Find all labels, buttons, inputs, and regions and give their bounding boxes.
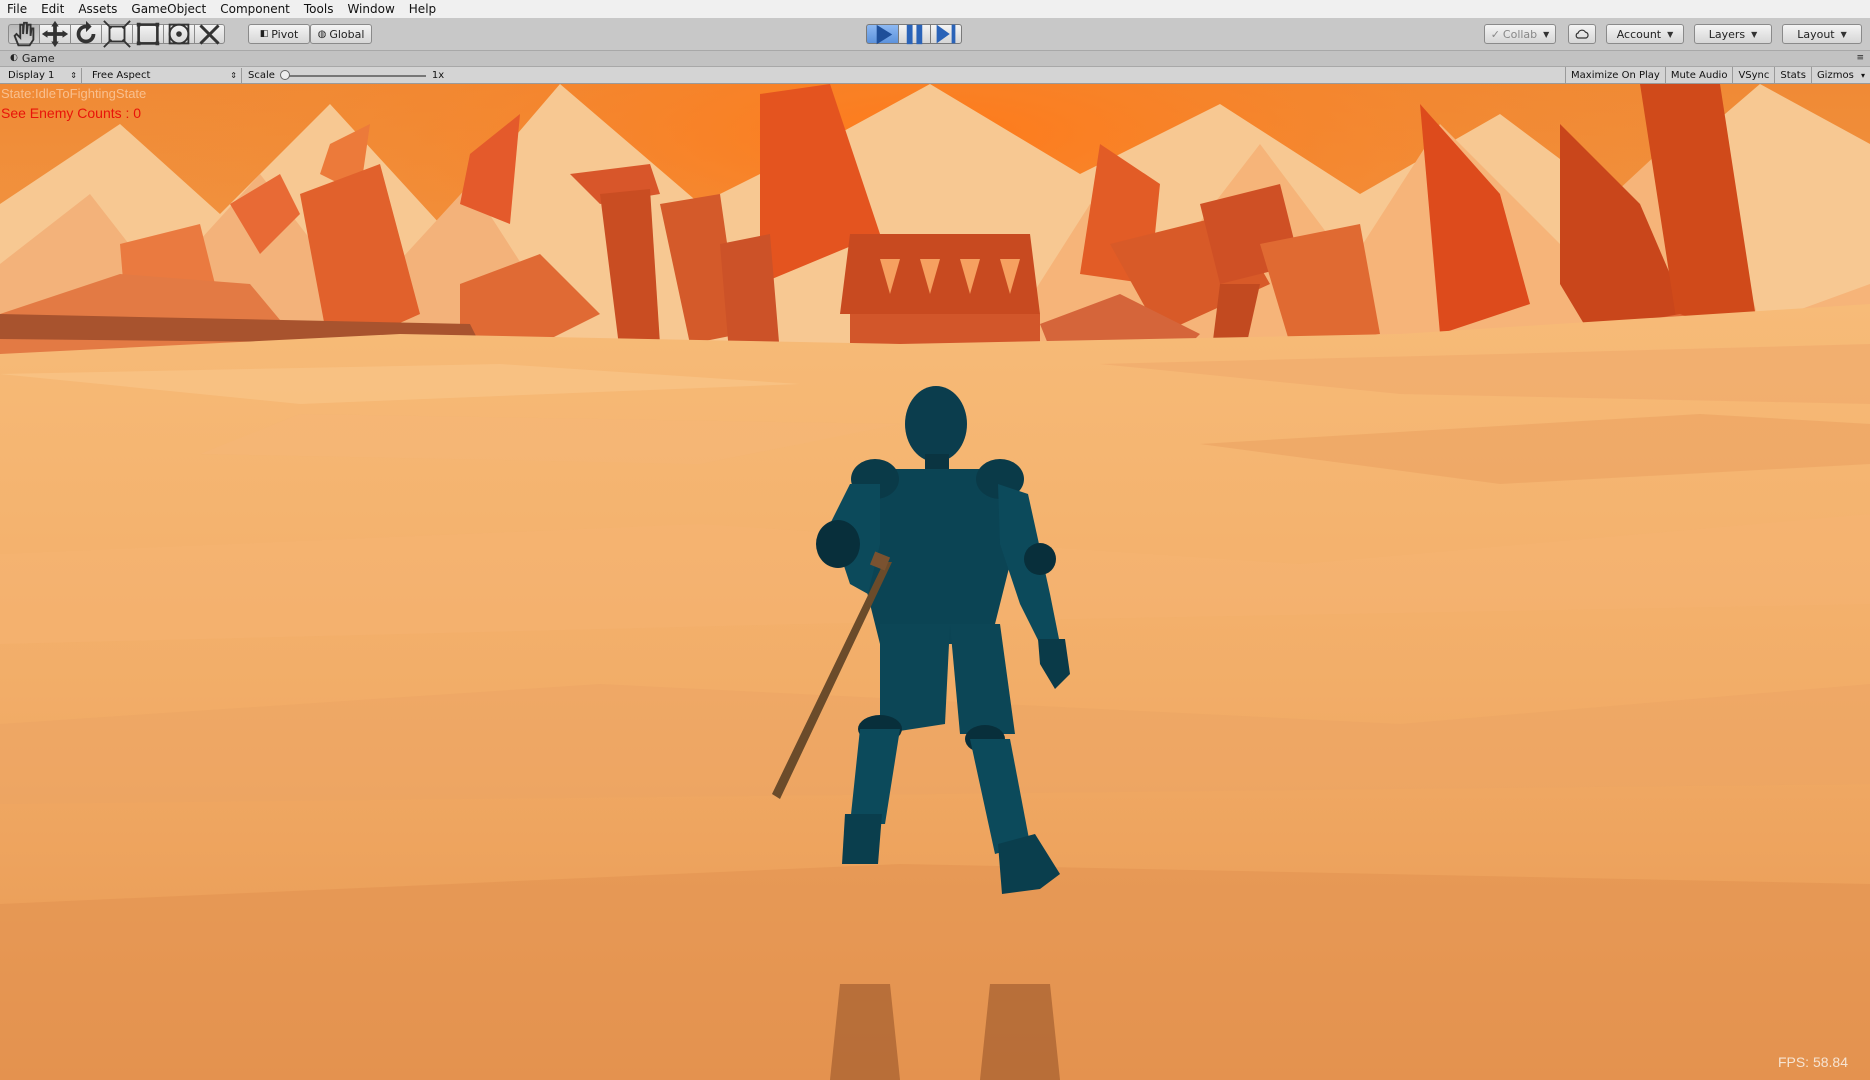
chevron-updown-icon: ⇕ — [70, 71, 77, 80]
chevron-down-icon: ▼ — [1840, 29, 1847, 39]
wrench-icon — [199, 23, 220, 45]
game-view-options: Maximize On Play Mute Audio VSync Stats … — [1565, 67, 1870, 84]
scale-value: 1x — [431, 70, 445, 81]
gizmos-dropdown[interactable]: Gizmos ▾ — [1810, 67, 1870, 84]
global-toggle-button[interactable]: ◍ Global — [310, 24, 372, 44]
play-icon — [876, 24, 893, 44]
vsync-toggle[interactable]: VSync — [1732, 67, 1774, 84]
pause-icon — [906, 24, 923, 44]
scale-slider-handle[interactable] — [279, 69, 290, 80]
game-viewport[interactable]: State:IdleToFightingState See Enemy Coun… — [0, 84, 1870, 1080]
scale-label: Scale — [248, 70, 275, 81]
rect-tool-button[interactable] — [132, 22, 163, 46]
layout-label: Layout — [1797, 27, 1835, 41]
menu-edit[interactable]: Edit — [34, 0, 71, 18]
account-dropdown[interactable]: Account ▼ — [1606, 24, 1684, 44]
chevron-updown-icon: ⇕ — [230, 71, 237, 80]
game-tab-strip: ◐ Game ≡ — [0, 51, 1870, 66]
check-icon: ✓ — [1490, 27, 1500, 41]
hand-tool-button[interactable] — [8, 21, 39, 47]
chevron-down-icon: ▾ — [1860, 71, 1865, 80]
account-label: Account — [1616, 27, 1662, 41]
transform-tool-button[interactable] — [163, 23, 194, 45]
pivot-toggle-button[interactable]: ◧ Pivot — [248, 24, 310, 44]
menu-file[interactable]: File — [0, 0, 34, 18]
enemy-counts-text: See Enemy Counts : 0 — [1, 105, 142, 121]
custom-tool-button[interactable] — [194, 23, 225, 45]
pivot-label: Pivot — [271, 27, 299, 41]
hand-icon — [13, 21, 35, 47]
rotate-tool-button[interactable] — [70, 20, 101, 44]
menu-assets[interactable]: Assets — [71, 0, 124, 18]
chevron-down-icon: ▼ — [1667, 29, 1674, 39]
play-button[interactable] — [866, 24, 898, 44]
scale-control: Scale 1x — [248, 68, 444, 83]
step-icon — [936, 24, 956, 44]
transform-tools — [8, 20, 225, 48]
maximize-on-play-toggle[interactable]: Maximize On Play — [1565, 67, 1665, 84]
rect-icon — [136, 22, 160, 46]
scale-slider[interactable] — [279, 69, 426, 80]
main-toolbar: ◧ Pivot ◍ Global ✓ Collab ▼ Account ▼ La… — [0, 18, 1870, 51]
menu-help[interactable]: Help — [402, 0, 443, 18]
cloud-icon — [1575, 29, 1589, 39]
playback-controls — [866, 24, 962, 44]
globe-icon: ◍ — [317, 28, 327, 40]
tab-game[interactable]: ◐ Game — [4, 51, 61, 66]
rotate-icon — [76, 20, 96, 44]
mute-audio-toggle[interactable]: Mute Audio — [1664, 67, 1733, 84]
scale-icon — [103, 20, 131, 48]
move-icon — [41, 20, 69, 48]
game-controller-icon: ◐ — [10, 53, 18, 63]
aspect-label: Free Aspect — [92, 70, 151, 81]
menu-window[interactable]: Window — [340, 0, 401, 18]
layout-dropdown[interactable]: Layout ▼ — [1782, 24, 1862, 44]
gizmos-label: Gizmos — [1816, 70, 1854, 81]
layers-dropdown[interactable]: Layers ▼ — [1694, 24, 1772, 44]
menu-gameobject[interactable]: GameObject — [124, 0, 213, 18]
desert-scene-render — [0, 84, 1870, 1080]
step-button[interactable] — [930, 24, 962, 44]
pivot-icon: ◧ — [259, 29, 269, 39]
display-dropdown[interactable]: Display 1 ⇕ — [2, 68, 82, 83]
cloud-button[interactable] — [1568, 24, 1596, 44]
tab-menu-icon[interactable]: ≡ — [1856, 51, 1864, 66]
menu-bar: File Edit Assets GameObject Component To… — [0, 0, 1870, 18]
scale-tool-button[interactable] — [101, 20, 132, 48]
game-tab-title: Game — [21, 52, 55, 65]
collab-dropdown[interactable]: ✓ Collab ▼ — [1484, 24, 1556, 44]
aspect-dropdown[interactable]: Free Aspect ⇕ — [86, 68, 242, 83]
chevron-down-icon: ▼ — [1543, 29, 1550, 39]
stats-toggle[interactable]: Stats — [1774, 67, 1811, 84]
move-tool-button[interactable] — [39, 20, 70, 48]
debug-state-text: State:IdleToFightingState — [1, 86, 147, 101]
menu-tools[interactable]: Tools — [297, 0, 341, 18]
display-label: Display 1 — [8, 70, 55, 81]
menu-component[interactable]: Component — [213, 0, 297, 18]
game-view-toolbar: Display 1 ⇕ Free Aspect ⇕ Scale 1x Maxim… — [0, 66, 1870, 84]
global-label: Global — [329, 27, 365, 41]
pause-button[interactable] — [898, 24, 930, 44]
layers-label: Layers — [1708, 27, 1746, 41]
transform-icon — [168, 23, 190, 45]
collab-label: Collab — [1502, 27, 1538, 41]
chevron-down-icon: ▼ — [1751, 29, 1758, 39]
fps-counter: FPS: 58.84 — [1777, 1054, 1848, 1070]
